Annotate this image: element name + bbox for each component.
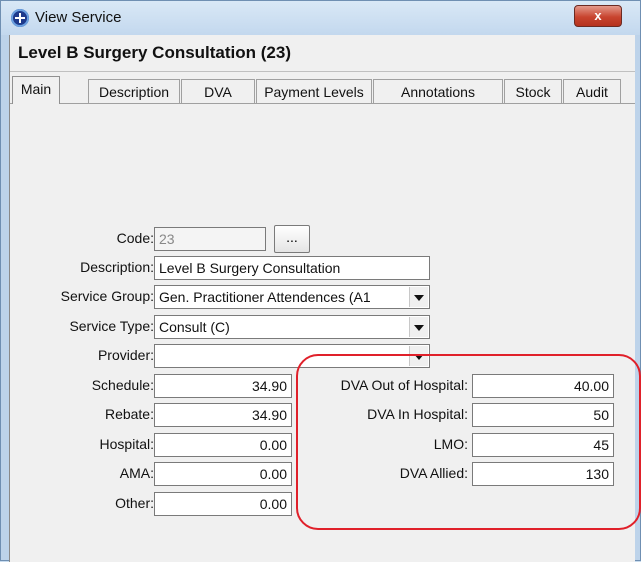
service-group-label: Service Group: — [60, 288, 154, 304]
description-label: Description: — [80, 259, 154, 275]
tab-main[interactable]: Main — [12, 76, 60, 104]
provider-label: Provider: — [97, 347, 154, 363]
service-type-value: Consult (C) — [159, 319, 230, 335]
hospital-label: Hospital: — [99, 436, 154, 452]
description-field[interactable]: Level B Surgery Consultation — [154, 256, 430, 280]
close-button[interactable]: x — [574, 5, 622, 27]
window-title: View Service — [35, 9, 122, 26]
rebate-label: Rebate: — [104, 406, 154, 422]
service-type-label: Service Type: — [69, 318, 154, 334]
service-group-value: Gen. Practitioner Attendences (A1 — [159, 289, 371, 305]
ama-field[interactable]: 0.00 — [154, 462, 292, 486]
title-bar[interactable]: View Service x — [1, 1, 640, 35]
tab-payment-levels[interactable]: Payment Levels — [256, 79, 372, 103]
service-type-select[interactable]: Consult (C) — [154, 315, 430, 339]
tab-strip: Main Description DVA Payment Levels Anno… — [10, 76, 635, 106]
schedule-label: Schedule: — [91, 377, 154, 393]
tab-dva[interactable]: DVA — [181, 79, 255, 103]
page-title: Level B Surgery Consultation (23) — [18, 43, 291, 62]
tab-annotations[interactable]: Annotations — [373, 79, 503, 103]
tab-description[interactable]: Description — [88, 79, 180, 103]
tab-divider — [10, 103, 635, 104]
code-label: Code: — [116, 230, 154, 246]
code-browse-button[interactable]: ... — [274, 225, 310, 253]
tab-audit[interactable]: Audit — [563, 79, 621, 103]
schedule-field[interactable]: 34.90 — [154, 374, 292, 398]
hospital-field[interactable]: 0.00 — [154, 433, 292, 457]
dva-highlight-outline — [296, 354, 641, 530]
service-group-select[interactable]: Gen. Practitioner Attendences (A1 — [154, 285, 430, 309]
chevron-down-icon[interactable] — [409, 317, 428, 337]
app-icon — [11, 9, 29, 27]
rebate-field[interactable]: 34.90 — [154, 403, 292, 427]
chevron-down-icon[interactable] — [409, 287, 428, 307]
other-label: Other: — [115, 495, 154, 511]
view-service-window: View Service x Level B Surgery Consultat… — [0, 0, 641, 562]
other-field[interactable]: 0.00 — [154, 492, 292, 516]
tab-stock[interactable]: Stock — [504, 79, 562, 103]
code-field[interactable]: 23 — [154, 227, 266, 251]
ama-label: AMA: — [119, 465, 154, 481]
service-header: Level B Surgery Consultation (23) — [10, 35, 635, 72]
